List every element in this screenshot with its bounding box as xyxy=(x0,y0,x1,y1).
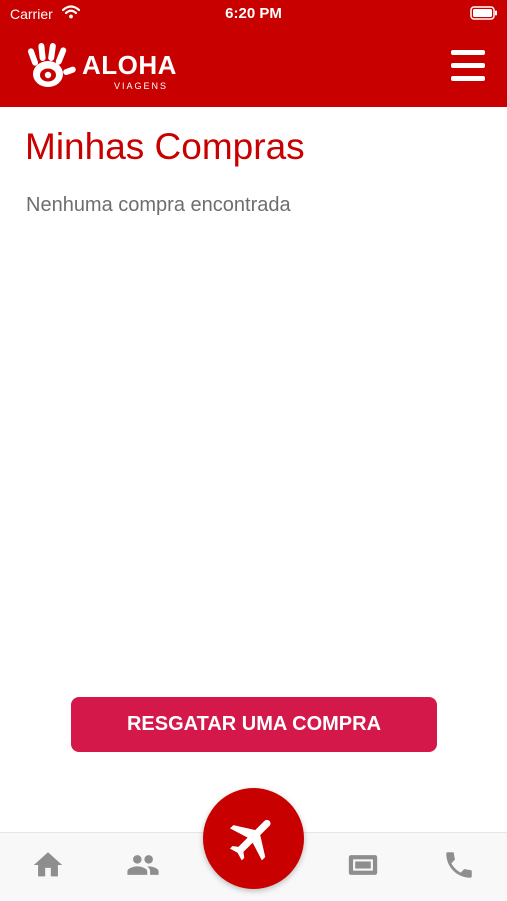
aloha-logo[interactable]: ALOHA VIAGENS xyxy=(20,40,200,97)
people-icon[interactable] xyxy=(126,848,160,882)
flights-fab-button[interactable] xyxy=(203,788,304,889)
logo-text: ALOHA xyxy=(82,50,177,80)
airplane-icon xyxy=(229,819,271,861)
app-header: Carrier 6:20 PM ALOHA VIAGENS xyxy=(0,0,507,107)
nav-bar: ALOHA VIAGENS xyxy=(0,28,507,107)
ticket-icon[interactable] xyxy=(346,848,380,882)
page-title: Minhas Compras xyxy=(25,126,305,167)
status-bar: Carrier 6:20 PM xyxy=(0,0,507,28)
redeem-purchase-button[interactable]: RESGATAR UMA COMPRA xyxy=(71,697,437,752)
home-icon[interactable] xyxy=(31,848,65,882)
logo-subtext: VIAGENS xyxy=(114,81,169,91)
empty-state-message: Nenhuma compra encontrada xyxy=(26,194,291,216)
hand-logo-icon xyxy=(21,41,77,97)
hamburger-menu-button[interactable] xyxy=(446,45,490,85)
battery-icon xyxy=(470,6,497,20)
status-time: 6:20 PM xyxy=(225,5,282,22)
phone-icon[interactable] xyxy=(442,848,476,882)
